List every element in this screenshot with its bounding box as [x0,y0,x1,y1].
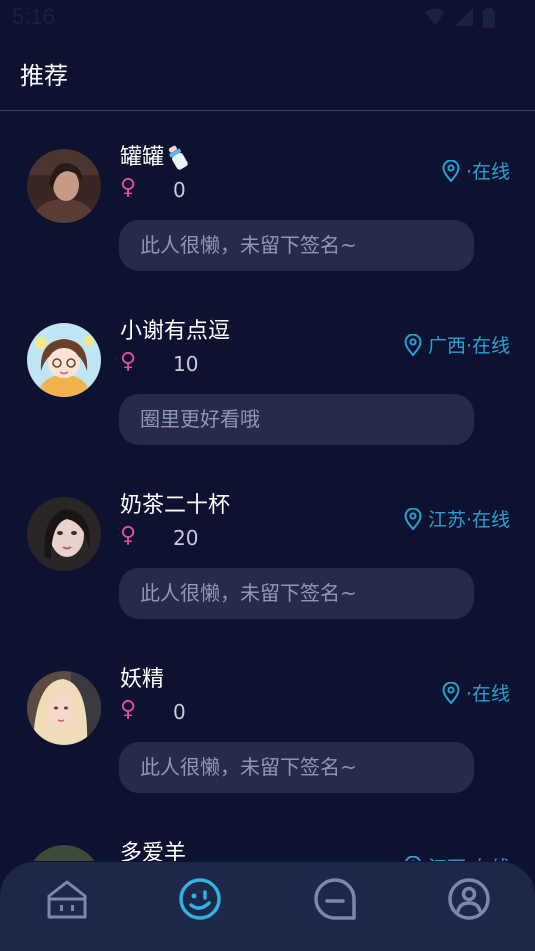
user-card[interactable]: 罐罐 ♀ 0 ·在线 此人很懒，未留下签名~ [0,111,535,285]
gender-female-icon: ♀ [120,175,137,200]
signature: 此人很懒，未留下签名~ [119,742,474,793]
user-list[interactable]: 罐罐 ♀ 0 ·在线 此人很懒，未留下签名~ 小谢有点逗 ♀ 10 广西·在线 … [0,111,535,861]
gender-female-icon: ♀ [120,697,137,722]
page-title: 推荐 [20,62,68,90]
avatar[interactable] [27,323,101,397]
profile-icon [448,878,490,920]
baby-bottle-icon [168,145,188,170]
user-name: 罐罐 [120,139,190,172]
location-text: ·在线 [465,161,510,183]
status-bar: 5:16 [0,0,535,36]
location-pin-icon [404,855,422,861]
avatar[interactable] [27,149,101,223]
location-pin-icon [442,681,460,704]
location-status: 广西·在线 [404,331,510,358]
header: 推荐 [0,36,535,111]
avatar[interactable] [27,671,101,745]
battery-icon [483,8,495,28]
nav-message[interactable] [312,876,358,922]
user-count: 0 [173,700,186,724]
location-status: 江西·在线 [404,853,510,861]
user-count: 20 [173,526,199,550]
status-icons [425,8,495,28]
discover-icon [179,878,221,920]
location-text: ·在线 [465,683,510,705]
signal-icon [455,8,473,26]
user-count: 0 [173,178,186,202]
signature: 此人很懒，未留下签名~ [119,220,474,271]
home-icon [47,880,87,919]
wifi-icon [425,8,445,25]
avatar[interactable] [27,497,101,571]
user-name: 奶茶二十杯 [120,493,231,518]
signature: 此人很懒，未留下签名~ [119,568,474,619]
location-text: 江西·在线 [428,853,510,861]
message-icon [314,878,356,920]
location-text: 江苏·在线 [427,509,510,531]
location-text: 广西·在线 [427,335,510,357]
location-pin-icon [442,159,460,182]
user-name: 小谢有点逗 [120,319,231,344]
nav-profile[interactable] [446,876,492,922]
location-status: 江苏·在线 [404,505,510,532]
user-name: 多爱羊 [120,841,187,861]
location-pin-icon [404,507,422,530]
user-card[interactable]: 妖精 ♀ 0 ·在线 此人很懒，未留下签名~ [0,633,535,807]
nav-home[interactable] [44,876,90,922]
gender-female-icon: ♀ [120,349,137,374]
signature: 圈里更好看哦 [119,394,474,445]
location-pin-icon [404,333,422,356]
user-count: 10 [173,352,199,376]
user-name: 妖精 [120,667,165,692]
user-card[interactable]: 奶茶二十杯 ♀ 20 江苏·在线 此人很懒，未留下签名~ [0,459,535,633]
user-card[interactable]: 小谢有点逗 ♀ 10 广西·在线 圈里更好看哦 [0,285,535,459]
status-time: 5:16 [12,4,55,29]
bottom-nav [0,862,535,951]
avatar[interactable] [27,845,101,861]
nav-discover[interactable] [177,876,223,922]
location-status: ·在线 [442,679,510,706]
user-card[interactable]: 多爱羊 江西·在线 [0,807,535,861]
gender-female-icon: ♀ [120,523,137,548]
location-status: ·在线 [442,157,510,184]
